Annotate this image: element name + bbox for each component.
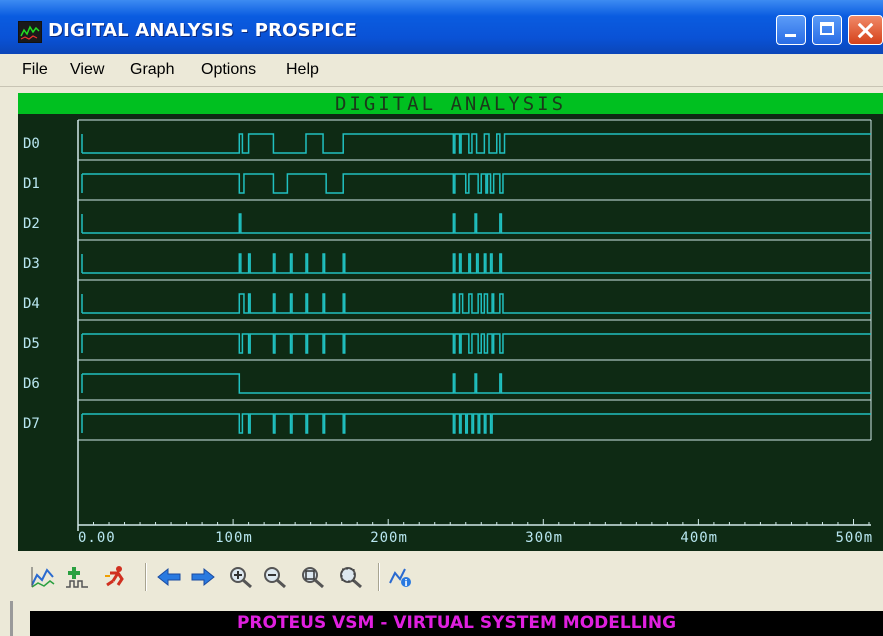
status-text: PROTEUS VSM - VIRTUAL SYSTEM MODELLING [236,613,677,633]
menu-graph[interactable]: Graph [130,61,174,79]
toolbar-separator [145,563,147,591]
app-graph-icon[interactable] [18,21,42,43]
zoom-in-icon[interactable] [228,565,254,589]
trace-d1 [82,173,871,194]
trace-label-d4[interactable]: D4 [23,296,40,312]
x-tick-label: 300m [525,530,563,546]
pan-right-icon[interactable] [190,565,216,589]
maximize-button[interactable] [812,15,842,45]
x-tick-label: 200m [370,530,408,546]
waveform-plot[interactable] [18,93,883,551]
toolbar [0,551,883,601]
trace-label-d1[interactable]: D1 [23,176,40,192]
close-button[interactable] [848,15,883,45]
graph-properties-icon[interactable]: i [388,565,414,589]
trace-d4 [82,293,871,314]
graph-edit-icon[interactable] [30,565,56,589]
digital-analysis-graph[interactable]: DIGITAL ANALYSIS D0 D1 D2 D3 D4 D5 D6 D7 0.00 100… [18,93,883,551]
menu-file[interactable]: File [22,61,48,79]
trace-d3 [82,253,871,274]
x-tick-label: 400m [680,530,719,546]
trace-d6 [82,373,871,394]
trace-label-d7[interactable]: D7 [23,416,40,432]
zoom-all-icon[interactable] [300,565,326,589]
add-trace-icon[interactable] [64,565,90,589]
trace-d2 [82,213,871,234]
menu-view[interactable]: View [70,61,104,79]
x-tick-label: 100m [215,530,253,546]
zoom-area-icon[interactable] [338,565,364,589]
trace-d5 [82,333,871,354]
trace-d7 [82,413,871,434]
trace-d0 [82,133,871,154]
window-title: DIGITAL ANALYSIS - PROSPICE [48,20,358,41]
zoom-out-icon[interactable] [262,565,288,589]
pan-left-icon[interactable] [156,565,182,589]
menu-help[interactable]: Help [286,61,319,79]
trace-label-d0[interactable]: D0 [23,136,40,152]
trace-label-d3[interactable]: D3 [23,256,40,272]
trace-label-d5[interactable]: D5 [23,336,40,352]
x-tick-label: 500m [835,530,874,546]
trace-label-d6[interactable]: D6 [23,376,40,392]
minimize-button[interactable] [776,15,806,45]
x-tick-label: 0.00 [78,530,116,546]
status-bar-edge [10,601,13,636]
simulate-icon[interactable] [104,565,130,589]
menu-options[interactable]: Options [201,61,256,79]
toolbar-separator [378,563,380,591]
svg-text:i: i [404,579,407,589]
trace-label-d2[interactable]: D2 [23,216,40,232]
